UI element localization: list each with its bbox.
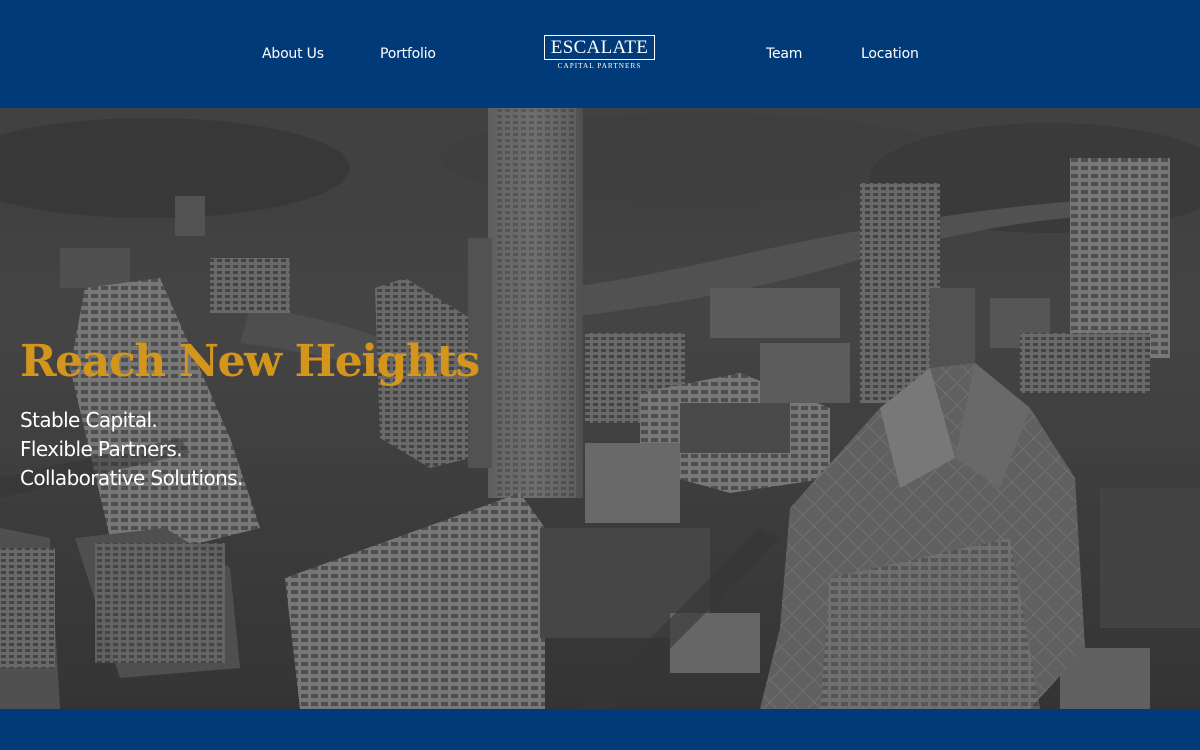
nav-location-link[interactable]: Location <box>861 46 919 66</box>
site-footer-band <box>0 709 1200 750</box>
nav-portfolio-link[interactable]: Portfolio <box>380 46 436 66</box>
escalate-logo[interactable]: ESCALATE CAPITAL PARTNERS <box>544 35 655 72</box>
hero-tagline-line: Flexible Partners. <box>20 437 183 461</box>
hero-tagline-line: Collaborative Solutions. <box>20 466 243 490</box>
logo-title: ESCALATE <box>544 35 655 60</box>
hero-headline: Reach New Heights <box>20 336 480 387</box>
nav-about-us-link[interactable]: About Us <box>262 46 324 66</box>
logo-subtitle: CAPITAL PARTNERS <box>557 62 642 70</box>
site-header: About Us Portfolio ESCALATE CAPITAL PART… <box>0 0 1200 108</box>
hero-tagline-line: Stable Capital. <box>20 408 158 432</box>
nav-team-link[interactable]: Team <box>766 46 802 66</box>
